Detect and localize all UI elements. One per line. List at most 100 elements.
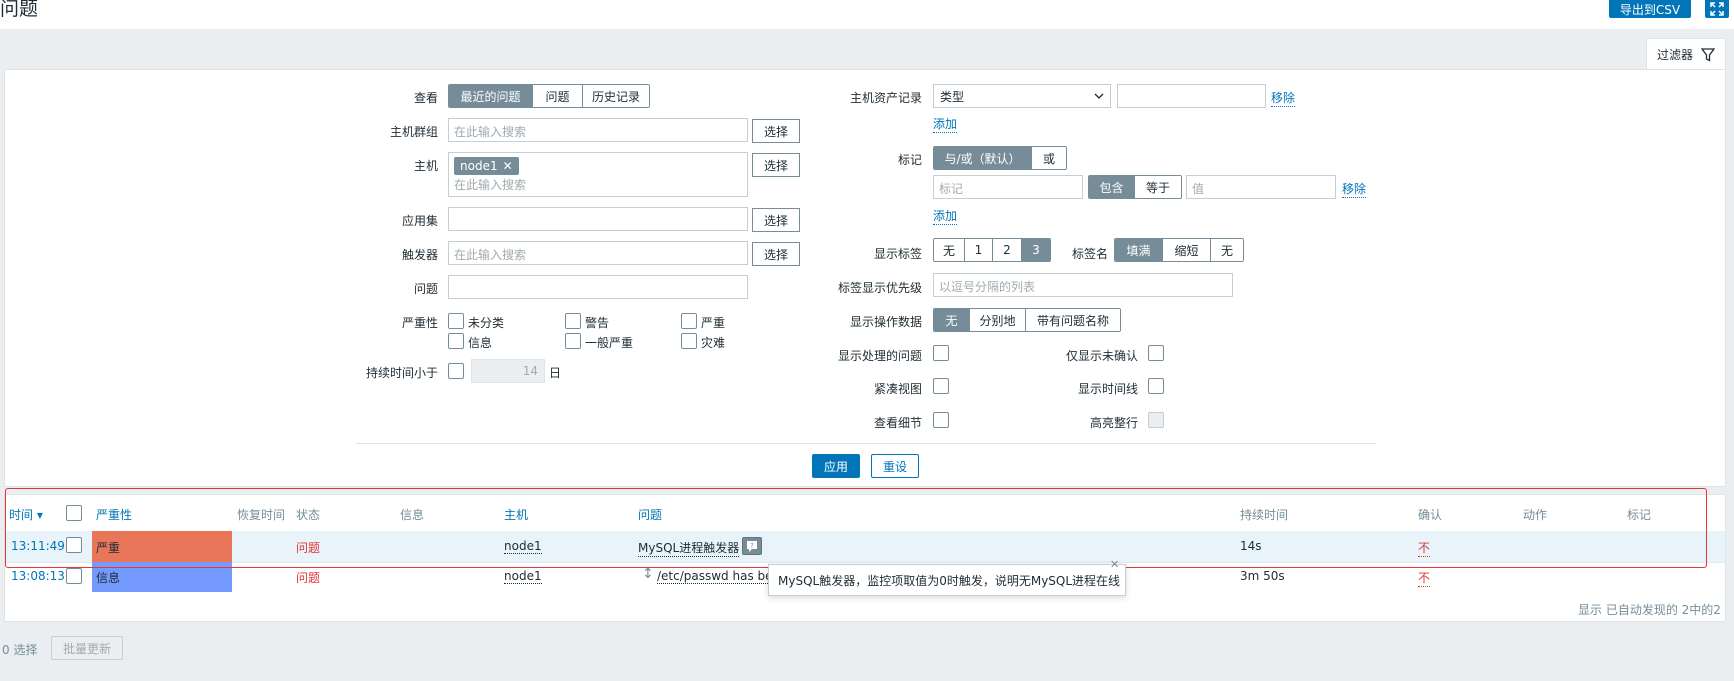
apply-button[interactable]: 应用 <box>812 454 860 478</box>
show-timeline-checkbox[interactable] <box>1148 378 1164 394</box>
tooltip-close-icon[interactable]: ✕ <box>1110 558 1119 571</box>
severity-disaster-label: 灾难 <box>701 336 726 350</box>
table-footer-count: 显示 已自动发现的 2中的2 <box>1578 603 1721 617</box>
severity-high-checkbox[interactable] <box>681 313 697 329</box>
host-groups-placeholder: 在此输入搜索 <box>454 125 527 139</box>
inventory-add-link[interactable]: 添加 <box>933 115 958 133</box>
compact-view-checkbox[interactable] <box>933 378 949 394</box>
show-tags-1[interactable]: 1 <box>965 239 993 261</box>
host-groups-select-button[interactable]: 选择 <box>752 119 800 143</box>
tag-remove-link[interactable]: 移除 <box>1342 180 1367 198</box>
opdata-with-name[interactable]: 带有问题名称 <box>1026 309 1120 331</box>
problem-description-tooltip: MySQL触发器，监控项取值为0时触发，说明无MySQL进程在线 <box>768 564 1126 596</box>
opdata-separately[interactable]: 分别地 <box>970 309 1026 331</box>
tag-value-placeholder: 值 <box>1192 182 1205 196</box>
triggers-placeholder: 在此输入搜索 <box>454 248 527 262</box>
triggers-label: 触发器 <box>401 248 438 262</box>
inventory-value-input[interactable] <box>1117 84 1266 108</box>
export-csv-button[interactable]: 导出到CSV <box>1609 0 1691 18</box>
tag-name-placeholder: 标记 <box>939 182 964 196</box>
inventory-field-value: 类型 <box>940 89 965 104</box>
row2-severity: 信息 <box>96 571 121 585</box>
severity-information-label: 信息 <box>468 336 493 350</box>
severity-not-classified-checkbox[interactable] <box>448 313 464 329</box>
age-checkbox[interactable] <box>448 363 464 379</box>
problem-label: 问题 <box>413 282 438 296</box>
tag-priority-placeholder: 以逗号分隔的列表 <box>939 280 1036 294</box>
tag-name-segmented[interactable]: 填满 缩短 无 <box>1114 238 1244 262</box>
severity-average-checkbox[interactable] <box>565 333 581 349</box>
tag-op-equals[interactable]: 等于 <box>1135 176 1181 198</box>
tags-operator-segmented[interactable]: 与/或（默认） 或 <box>933 146 1067 170</box>
tags-option-or[interactable]: 或 <box>1032 147 1066 169</box>
view-option-problems[interactable]: 问题 <box>533 85 583 107</box>
unacked-only-checkbox[interactable] <box>1148 345 1164 361</box>
chip-remove-icon[interactable]: ✕ <box>503 159 513 173</box>
hosts-input[interactable]: node1 ✕ 在此输入搜索 <box>448 152 748 197</box>
row2-status: 问题 <box>296 571 321 585</box>
tag-name-none[interactable]: 无 <box>1211 239 1243 261</box>
host-chip-label: node1 <box>460 159 498 173</box>
show-tags-2[interactable]: 2 <box>993 239 1022 261</box>
show-tags-none[interactable]: 无 <box>934 239 965 261</box>
show-opdata-segmented[interactable]: 无 分别地 带有问题名称 <box>933 308 1121 332</box>
inventory-remove-link[interactable]: 移除 <box>1271 89 1296 107</box>
age-input[interactable]: 14 <box>471 359 545 383</box>
tags-label: 标记 <box>897 153 922 167</box>
application-label: 应用集 <box>401 214 438 228</box>
view-segmented[interactable]: 最近的问题 问题 历史记录 <box>448 84 650 108</box>
tag-priority-input[interactable]: 以逗号分隔的列表 <box>933 273 1233 297</box>
row2-time-link[interactable]: 13:08:13 <box>11 569 65 583</box>
show-tags-3[interactable]: 3 <box>1022 239 1050 261</box>
application-select-button[interactable]: 选择 <box>752 208 800 232</box>
age-label: 持续时间小于 <box>365 366 438 380</box>
inventory-field-select[interactable]: 类型 <box>933 84 1111 108</box>
triggers-input[interactable]: 在此输入搜索 <box>448 241 748 265</box>
show-details-label: 查看细节 <box>873 416 922 430</box>
top-bar <box>0 0 1734 29</box>
application-input[interactable] <box>448 207 748 231</box>
tag-value-input[interactable]: 值 <box>1186 175 1336 199</box>
host-chip[interactable]: node1 ✕ <box>454 157 519 175</box>
show-tags-segmented[interactable]: 无 1 2 3 <box>933 238 1051 262</box>
row2-problem-link[interactable]: /etc/passwd has bee <box>657 569 780 584</box>
severity-disaster-checkbox[interactable] <box>681 333 697 349</box>
host-groups-input[interactable]: 在此输入搜索 <box>448 118 748 142</box>
severity-high-label: 严重 <box>701 316 726 330</box>
tag-name-input[interactable]: 标记 <box>933 175 1083 199</box>
tag-op-contains[interactable]: 包含 <box>1089 176 1135 198</box>
unacked-only-label: 仅显示未确认 <box>1065 349 1138 363</box>
tag-add-link[interactable]: 添加 <box>933 207 958 225</box>
tag-name-full[interactable]: 填满 <box>1115 239 1163 261</box>
row2-ack-link[interactable]: 不 <box>1418 569 1431 587</box>
row2-host-link[interactable]: node1 <box>504 569 542 584</box>
tag-name-label: 标签名 <box>1071 247 1108 261</box>
reset-button[interactable]: 重设 <box>871 454 919 478</box>
tags-option-and-or[interactable]: 与/或（默认） <box>934 147 1032 169</box>
chevron-down-icon <box>1094 93 1104 99</box>
row2-checkbox[interactable] <box>66 568 82 584</box>
fullscreen-button[interactable] <box>1705 0 1729 18</box>
fullscreen-icon <box>1710 2 1724 16</box>
severity-warning-checkbox[interactable] <box>565 313 581 329</box>
severity-average-label: 一般严重 <box>585 336 634 350</box>
view-option-history[interactable]: 历史记录 <box>583 85 649 107</box>
hosts-label: 主机 <box>413 159 438 173</box>
tag-op-segmented[interactable]: 包含 等于 <box>1088 175 1182 199</box>
show-tags-label: 显示标签 <box>873 247 922 261</box>
show-suppressed-checkbox[interactable] <box>933 345 949 361</box>
filter-tab[interactable]: 过滤器 <box>1646 38 1726 70</box>
filter-icon <box>1701 47 1715 62</box>
inventory-label: 主机资产记录 <box>849 91 922 105</box>
view-label: 查看 <box>413 91 438 105</box>
problem-input[interactable] <box>448 275 748 299</box>
severity-information-checkbox[interactable] <box>448 333 464 349</box>
show-details-checkbox[interactable] <box>933 412 949 428</box>
opdata-none[interactable]: 无 <box>934 309 970 331</box>
host-groups-label: 主机群组 <box>389 125 438 139</box>
annotation-highlight-box <box>5 488 1707 568</box>
tag-name-short[interactable]: 缩短 <box>1163 239 1211 261</box>
view-option-recent[interactable]: 最近的问题 <box>449 85 533 107</box>
show-timeline-label: 显示时间线 <box>1077 382 1138 396</box>
hosts-placeholder: 在此输入搜索 <box>454 178 527 192</box>
